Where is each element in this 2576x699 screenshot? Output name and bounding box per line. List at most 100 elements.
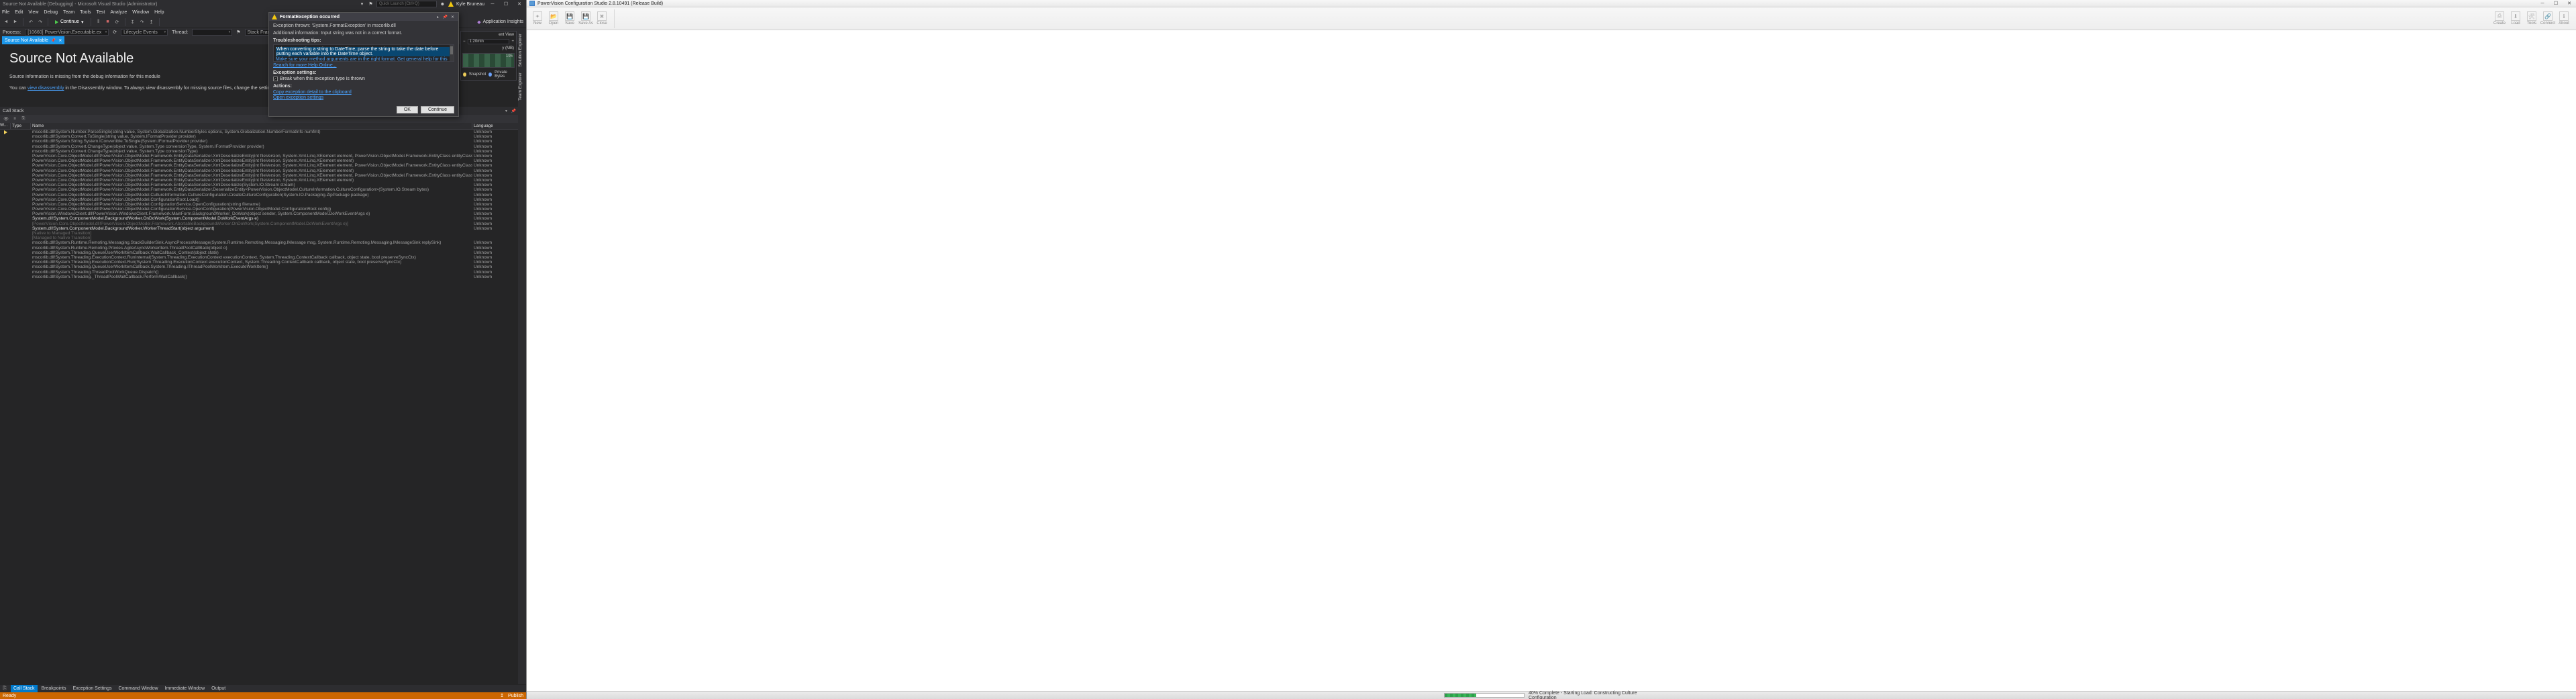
callstack-row[interactable]: mscorlib.dll!System.Runtime.Remoting.Mes…: [0, 240, 526, 245]
notifications-icon[interactable]: ▾: [359, 1, 365, 7]
tab-immediate-window[interactable]: Immediate Window: [162, 685, 208, 692]
exception-expand-icon[interactable]: ▸: [435, 15, 441, 19]
callstack-row[interactable]: PowerVision.Core.ObjectModel.dll!PowerVi…: [0, 197, 526, 202]
ribbon-load[interactable]: ⬇Load: [2508, 11, 2524, 26]
step-over-icon[interactable]: ↷: [139, 19, 146, 26]
callstack-row[interactable]: PowerVision.Core.ObjectModel.dll!PowerVi…: [0, 173, 526, 178]
tips-scrollbar[interactable]: [450, 45, 454, 61]
col-w[interactable]: W...: [0, 123, 11, 129]
exception-ok-button[interactable]: OK: [397, 106, 418, 113]
callstack-row[interactable]: PowerVision.Core.ObjectModel.dll!PowerVi…: [0, 154, 526, 158]
tab-breakpoints[interactable]: Breakpoints: [39, 685, 69, 692]
callstack-row[interactable]: PowerVision.Core.ObjectModel.dll!PowerVi…: [0, 187, 526, 192]
panel-pin-icon[interactable]: 📌: [511, 109, 517, 113]
tip-item[interactable]: Make sure your method arguments are in t…: [276, 57, 396, 62]
callstack-row[interactable]: mscorlib.dll!System.Threading._ThreadPoo…: [0, 275, 526, 279]
callstack-row[interactable]: PowerVision.Core.ObjectModel.dll!PowerVi…: [0, 178, 526, 183]
copy-exception-link[interactable]: Copy exception detail to the clipboard: [273, 90, 454, 95]
menu-view[interactable]: View: [28, 10, 38, 15]
ribbon-save-as[interactable]: 💾Save As: [578, 11, 594, 26]
callstack-row[interactable]: mscorlib.dll!System.String.System.IConve…: [0, 139, 526, 144]
menu-tools[interactable]: Tools: [80, 10, 91, 15]
tab-call-stack[interactable]: Call Stack: [11, 685, 38, 692]
lifecycle-icon[interactable]: ⟳: [113, 30, 117, 35]
feedback-icon[interactable]: ☻: [440, 1, 446, 7]
ribbon-open[interactable]: 📂Open: [546, 11, 562, 26]
callstack-row[interactable]: PowerVision.Core.ObjectModel.dll!PowerVi…: [0, 169, 526, 173]
menu-edit[interactable]: Edit: [15, 10, 23, 15]
callstack-row[interactable]: PowerVision.Core.ObjectModel.dll!PowerVi…: [0, 192, 526, 197]
restart-icon[interactable]: ⟳: [114, 19, 121, 26]
callstack-row[interactable]: mscorlib.dll!System.Number.ParseSingle(s…: [0, 130, 526, 134]
nav-back-icon[interactable]: ◄: [3, 19, 9, 26]
menu-analyze[interactable]: Analyze: [110, 10, 127, 15]
ribbon-new[interactable]: ✦New: [529, 11, 546, 26]
callstack-row[interactable]: PowerVision.WindowsClient.dll!PowerVisio…: [0, 212, 526, 216]
menu-team[interactable]: Team: [63, 10, 74, 15]
search-help-link[interactable]: Search for more Help Online...: [273, 63, 454, 68]
watch-icon[interactable]: 👁: [3, 115, 9, 122]
ribbon-connect[interactable]: 🔗Connect: [2540, 11, 2556, 26]
ribbon-tools[interactable]: 🛠Tools: [2524, 11, 2540, 26]
nav-forward-icon[interactable]: ►: [12, 19, 19, 26]
troubleshooting-listbox[interactable]: When converting a string to DateTime, pa…: [273, 44, 454, 62]
diag-time-box[interactable]: 1:20min: [468, 39, 510, 44]
thread-combo[interactable]: [192, 29, 232, 36]
menu-file[interactable]: File: [2, 10, 9, 15]
threads-icon[interactable]: ⎘: [20, 115, 27, 122]
callstack-row[interactable]: mscorlib.dll!System.Threading.ThreadPool…: [0, 269, 526, 274]
quick-launch-input[interactable]: Quick Launch (Ctrl+Q): [376, 1, 437, 7]
pin-icon[interactable]: 📌: [51, 38, 56, 43]
view-disassembly-link[interactable]: view disassembly: [28, 86, 64, 91]
ribbon-create[interactable]: ⎙Create: [2491, 11, 2508, 26]
tab-exception-settings[interactable]: Exception Settings: [70, 685, 114, 692]
menu-test[interactable]: Test: [97, 10, 105, 15]
process-combo[interactable]: [10660] PowerVision.Executable.ex: [25, 29, 109, 36]
tab-output[interactable]: Output: [209, 685, 228, 692]
callstack-row[interactable]: [PowerVision.Core.ObjectModel.dll!PowerV…: [0, 222, 526, 226]
zoom-out-icon[interactable]: −: [463, 40, 466, 44]
callstack-row[interactable]: System.dll!System.ComponentModel.Backgro…: [0, 226, 526, 231]
continue-button[interactable]: Continue ▾: [52, 19, 87, 25]
close-tab-icon[interactable]: ✕: [58, 38, 62, 43]
thread-flags-icon[interactable]: ⚑: [236, 30, 240, 35]
ribbon-close[interactable]: ✖Close: [594, 11, 610, 26]
menu-window[interactable]: Window: [132, 10, 149, 15]
callstack-row[interactable]: PowerVision.Core.ObjectModel.dll!PowerVi…: [0, 207, 526, 212]
tab-source-not-available[interactable]: Source Not Available 📌 ✕: [2, 36, 64, 44]
pv-titlebar[interactable]: PowerVision Configuration Studio 2.8.104…: [527, 0, 2576, 7]
exception-close-icon[interactable]: ✕: [450, 15, 456, 19]
callstack-row[interactable]: mscorlib.dll!System.Threading.QueueUserW…: [0, 265, 526, 269]
menu-help[interactable]: Help: [154, 10, 164, 15]
undo-icon[interactable]: ↶: [28, 19, 34, 26]
checkbox-icon[interactable]: ✓: [273, 77, 278, 81]
pv-minimize-button[interactable]: ─: [2536, 0, 2549, 7]
tip-item[interactable]: When converting a string to DateTime, pa…: [276, 47, 452, 56]
col-type[interactable]: Type: [11, 123, 31, 129]
minimize-button[interactable]: ─: [487, 1, 498, 7]
callstack-row[interactable]: [Native to Managed Transition]: [0, 231, 526, 236]
callstack-row[interactable]: mscorlib.dll!System.Threading.QueueUserW…: [0, 250, 526, 255]
ribbon-save[interactable]: 💾Save: [562, 11, 578, 26]
callstack-row[interactable]: PowerVision.Core.ObjectModel.dll!PowerVi…: [0, 163, 526, 168]
tab-command-window[interactable]: Command Window: [115, 685, 160, 692]
callstack-row[interactable]: System.dll!System.ComponentModel.Backgro…: [0, 216, 526, 221]
team-explorer-tab[interactable]: Team Explorer: [518, 70, 523, 103]
break-when-thrown-checkbox[interactable]: ✓ Break when this exception type is thro…: [273, 77, 454, 81]
exception-pin-icon[interactable]: 📌: [442, 15, 448, 19]
callstack-grid[interactable]: W... Type Name Language mscorlib.dll!Sys…: [0, 123, 526, 685]
redo-icon[interactable]: ↷: [37, 19, 44, 26]
pv-close-button[interactable]: ✕: [2563, 0, 2576, 7]
appinsights-icon[interactable]: ◆: [477, 19, 480, 25]
pv-maximize-button[interactable]: ☐: [2549, 0, 2563, 7]
callstack-row[interactable]: [Managed to Native Transition]: [0, 236, 526, 240]
step-into-icon[interactable]: ↧: [130, 19, 136, 26]
hex-icon[interactable]: ≡: [11, 115, 18, 122]
callstack-row[interactable]: mscorlib.dll!System.Threading.ExecutionC…: [0, 255, 526, 260]
status-publish[interactable]: Publish: [508, 694, 523, 698]
step-out-icon[interactable]: ↥: [148, 19, 155, 26]
callstack-row[interactable]: mscorlib.dll!System.Convert.ChangeType(o…: [0, 149, 526, 154]
callstack-row[interactable]: mscorlib.dll!System.Convert.ToSingle(str…: [0, 134, 526, 139]
ribbon-about[interactable]: ℹAbout: [2556, 11, 2572, 26]
appinsights-label[interactable]: Application Insights: [483, 19, 523, 24]
